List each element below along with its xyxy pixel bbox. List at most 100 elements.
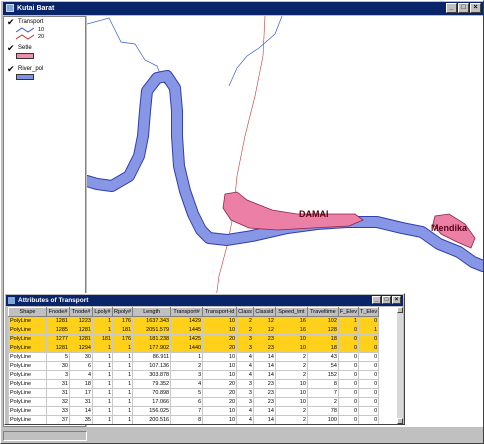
table-row[interactable]: PolyLine 1285 1281 1 181 2051.579 1445 10 2 12 16 1… — [8, 325, 380, 335]
column-header[interactable]: Speed_lmt — [274, 307, 308, 317]
table-cell[interactable]: 1425 — [170, 334, 204, 344]
table-cell[interactable]: 181 — [92, 334, 113, 344]
table-cell[interactable]: 0 — [337, 397, 360, 407]
table-cell[interactable]: 2 — [274, 370, 308, 380]
table-cell[interactable]: 2 — [170, 361, 204, 371]
table-cell[interactable]: 10 — [202, 325, 238, 335]
table-cell[interactable]: PolyLine — [8, 388, 47, 398]
table-cell[interactable]: 4 — [236, 415, 254, 424]
column-header[interactable]: Fnode# — [46, 307, 70, 317]
table-cell[interactable]: 1 — [92, 406, 113, 416]
table-cell[interactable]: 3 — [236, 397, 254, 407]
table-cell[interactable]: 1 — [111, 406, 134, 416]
table-cell[interactable]: 54 — [306, 361, 339, 371]
table-cell[interactable]: 176 — [111, 316, 134, 326]
table-vertical-scrollbar[interactable] — [397, 307, 403, 424]
table-cell[interactable]: 2 — [306, 397, 339, 407]
table-cell[interactable]: 1 — [92, 397, 113, 407]
table-cell[interactable]: 43 — [306, 352, 339, 362]
table-cell[interactable]: 6 — [69, 361, 93, 371]
table-cell[interactable]: 1 — [111, 370, 134, 380]
table-cell[interactable]: 1281 — [69, 325, 93, 335]
table-cell[interactable]: 1 — [111, 388, 134, 398]
table-cell[interactable]: 1 — [92, 316, 113, 326]
table-cell[interactable]: 0 — [337, 361, 360, 371]
table-cell[interactable]: 23 — [252, 388, 276, 398]
table-cell[interactable]: 16 — [274, 325, 308, 335]
table-cell[interactable]: 31 — [69, 397, 93, 407]
table-cell[interactable]: 0 — [358, 352, 380, 362]
column-header[interactable]: Tnode# — [69, 307, 93, 317]
table-cell[interactable]: 0 — [358, 406, 380, 416]
table-cell[interactable]: 3 — [170, 370, 204, 380]
table-cell[interactable]: 31 — [46, 379, 70, 389]
table-cell[interactable]: 3 — [236, 379, 254, 389]
table-cell[interactable]: 1277 — [46, 334, 70, 344]
maximize-button[interactable]: □ — [458, 3, 469, 13]
attributes-title-bar[interactable]: Attributes of Transport _ □ × — [6, 295, 403, 306]
table-cell[interactable]: 5 — [46, 352, 70, 362]
table-cell[interactable]: 0 — [358, 415, 380, 424]
table-cell[interactable]: 10 — [202, 361, 238, 371]
table-cell[interactable]: 1440 — [170, 343, 204, 353]
table-cell[interactable]: 12 — [252, 325, 276, 335]
table-cell[interactable]: 2 — [236, 325, 254, 335]
table-cell[interactable]: 7 — [170, 406, 204, 416]
table-cell[interactable]: 30 — [46, 361, 70, 371]
column-header[interactable]: Rpoly# — [111, 307, 134, 317]
table-row[interactable]: PolyLine 37 35 1 1 200.516 8 10 4 14 2 100 0 0 — [8, 415, 380, 424]
table-cell[interactable]: 4 — [236, 370, 254, 380]
table-cell[interactable]: 1445 — [170, 325, 204, 335]
table-cell[interactable]: 5 — [170, 388, 204, 398]
table-cell[interactable]: 1281 — [69, 334, 93, 344]
table-cell[interactable]: 4 — [236, 352, 254, 362]
table-cell[interactable]: 1637.343 — [132, 316, 172, 326]
table-cell[interactable]: 37 — [46, 415, 70, 424]
table-cell[interactable]: PolyLine — [8, 379, 47, 389]
table-cell[interactable]: 181 — [111, 325, 134, 335]
table-cell[interactable]: 1 — [111, 397, 134, 407]
table-cell[interactable]: PolyLine — [8, 343, 47, 353]
table-cell[interactable]: 2 — [274, 361, 308, 371]
table-cell[interactable]: 14 — [69, 406, 93, 416]
table-cell[interactable]: 1294 — [69, 343, 93, 353]
table-cell[interactable]: 4 — [170, 379, 204, 389]
table-cell[interactable]: 0 — [337, 325, 360, 335]
table-cell[interactable]: 10 — [274, 343, 308, 353]
table-cell[interactable]: 8 — [306, 379, 339, 389]
table-cell[interactable]: 10 — [274, 379, 308, 389]
table-cell[interactable]: PolyLine — [8, 415, 47, 424]
table-cell[interactable]: 0 — [358, 343, 380, 353]
table-cell[interactable]: 79.352 — [132, 379, 172, 389]
table-row[interactable]: PolyLine 1277 1281 181 176 181.238 1425 20 3 23 10… — [8, 334, 380, 344]
table-cell[interactable]: 177.902 — [132, 343, 172, 353]
table-cell[interactable]: PolyLine — [8, 361, 47, 371]
table-cell[interactable]: 0 — [337, 343, 360, 353]
table-cell[interactable]: 200.516 — [132, 415, 172, 424]
table-cell[interactable]: 303.878 — [132, 370, 172, 380]
column-header[interactable]: Traveltime — [306, 307, 339, 317]
table-cell[interactable]: 152 — [306, 370, 339, 380]
table-cell[interactable]: 10 — [274, 397, 308, 407]
table-cell[interactable]: 18 — [69, 379, 93, 389]
table-cell[interactable]: 1 — [92, 388, 113, 398]
table-cell[interactable]: 14 — [252, 415, 276, 424]
table-row[interactable]: PolyLine 1281 1223 1 176 1637.343 1429 10 2 12 16 1… — [8, 316, 380, 326]
table-cell[interactable]: 10 — [202, 370, 238, 380]
table-row[interactable]: PolyLine 30 6 1 1 107.136 2 10 4 14 2 54 0 0 — [8, 361, 380, 371]
table-cell[interactable]: 3 — [236, 334, 254, 344]
table-cell[interactable]: 128 — [306, 325, 339, 335]
table-cell[interactable]: 0 — [337, 370, 360, 380]
table-cell[interactable]: 0 — [358, 334, 380, 344]
table-cell[interactable]: 20 — [202, 343, 238, 353]
table-cell[interactable]: 23 — [252, 397, 276, 407]
column-header[interactable]: Shape — [8, 307, 47, 317]
table-cell[interactable]: 10 — [274, 388, 308, 398]
column-header[interactable]: Transport-id — [202, 307, 238, 317]
attributes-minimize-button[interactable]: _ — [372, 296, 381, 304]
table-cell[interactable]: 0 — [358, 370, 380, 380]
table-cell[interactable]: 1 — [111, 415, 134, 424]
table-cell[interactable]: 1 — [111, 379, 134, 389]
table-cell[interactable]: PolyLine — [8, 397, 47, 407]
table-row[interactable]: PolyLine 1281 1294 1 1 177.902 1440 20 3 23 10 18 0 0 — [8, 343, 380, 353]
